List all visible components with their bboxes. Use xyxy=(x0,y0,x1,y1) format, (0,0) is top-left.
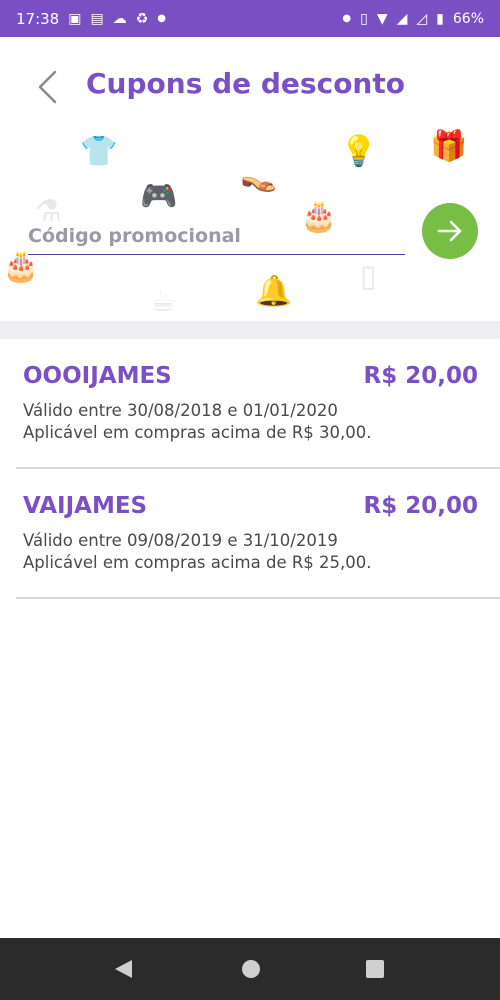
submit-promo-button[interactable] xyxy=(422,203,478,259)
weather-icon: ☁ xyxy=(112,10,127,27)
circle-home-icon xyxy=(242,960,260,978)
notification-dot-icon: ● xyxy=(157,13,166,24)
coupon-validity: Válido entre 30/08/2018 e 01/01/2020 xyxy=(23,401,338,420)
coupon-code: VAIJAMES xyxy=(23,493,148,519)
cup-doodle-icon: ☕ xyxy=(150,284,177,319)
news-icon: ▤ xyxy=(90,10,104,27)
tshirt-doodle-icon: 👕 xyxy=(80,134,118,169)
coupon-item[interactable]: OOOIJAMES R$ 20,00 Válido entre 30/08/20… xyxy=(16,339,500,469)
navigation-bar xyxy=(0,938,500,1000)
coupon-value: R$ 20,00 xyxy=(363,493,478,519)
arrow-right-icon xyxy=(437,220,462,242)
image-icon: ▣ xyxy=(68,10,82,27)
chevron-left-icon xyxy=(38,70,57,104)
status-bar: 17:38 ▣ ▤ ☁ ♻ ● ● ▯ ▼ ◢ ◿ ▮ 66% xyxy=(0,0,500,37)
coupon-value: R$ 20,00 xyxy=(363,363,478,389)
square-recents-icon xyxy=(366,960,384,978)
bell-doodle-icon: 🔔 xyxy=(255,274,293,309)
page-title: Cupons de desconto xyxy=(86,67,405,100)
vibrate-icon: ▯ xyxy=(360,10,368,27)
back-button[interactable] xyxy=(30,67,64,107)
nav-home-button[interactable] xyxy=(240,958,262,984)
phone-doodle-icon: ▯ xyxy=(360,259,377,294)
coupon-condition: Aplicável em compras acima de R$ 30,00. xyxy=(23,423,372,442)
coupon-validity: Válido entre 09/08/2019 e 31/10/2019 xyxy=(23,531,338,550)
header-area: 👕 🎮 👡 💡 🎂 🎂 ⚗ 🔔 ▯ ☕ 🎁 Cupons de desconto xyxy=(0,37,500,321)
promo-code-input[interactable] xyxy=(28,217,405,255)
status-time: 17:38 xyxy=(16,9,60,28)
nav-recents-button[interactable] xyxy=(364,958,386,984)
sandals-doodle-icon: 👡 xyxy=(240,159,278,194)
coupon-item[interactable]: VAIJAMES R$ 20,00 Válido entre 09/08/201… xyxy=(16,469,500,599)
battery-icon: ▮ xyxy=(436,10,444,27)
coupon-condition: Aplicável em compras acima de R$ 25,00. xyxy=(23,553,372,572)
coupon-code: OOOIJAMES xyxy=(23,363,172,389)
wifi-icon: ▼ xyxy=(376,10,388,27)
notification-dot-icon: ● xyxy=(342,13,352,24)
gamepad-doodle-icon: 🎮 xyxy=(140,179,178,214)
triangle-back-icon xyxy=(115,960,132,978)
recycle-icon: ♻ xyxy=(135,10,149,27)
signal-icon: ◢ xyxy=(396,10,408,27)
status-right: ● ▯ ▼ ◢ ◿ ▮ 66% xyxy=(342,11,484,27)
battery-percentage: 66% xyxy=(452,10,484,27)
signal-icon: ◿ xyxy=(416,10,428,27)
cake-doodle-icon: 🎂 xyxy=(2,249,40,284)
status-left: 17:38 ▣ ▤ ☁ ♻ ● xyxy=(16,10,166,28)
bulb-doodle-icon: 💡 xyxy=(340,134,378,169)
nav-back-button[interactable] xyxy=(112,958,134,984)
gift-doodle-icon: 🎁 xyxy=(430,129,468,164)
section-divider xyxy=(0,321,500,339)
